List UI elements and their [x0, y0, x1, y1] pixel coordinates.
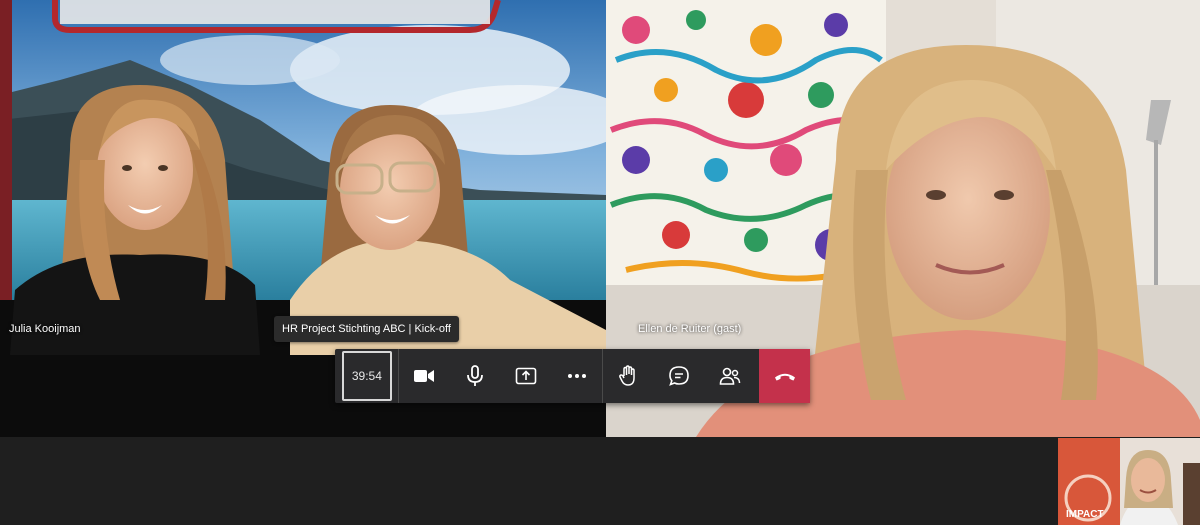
call-timer: 39:54: [342, 351, 392, 401]
participants-icon: [719, 367, 741, 385]
meeting-control-bar: 39:54: [335, 349, 811, 403]
raise-hand-icon: [619, 365, 636, 386]
chat-button[interactable]: [654, 349, 705, 403]
self-view-sign-text: IMPACT: [1066, 509, 1104, 520]
participants-button[interactable]: [704, 349, 755, 403]
share-screen-button[interactable]: [500, 349, 551, 403]
more-options-button[interactable]: [551, 349, 602, 403]
microphone-icon: [467, 365, 483, 386]
hang-up-button[interactable]: [759, 349, 811, 403]
share-screen-icon: [515, 367, 537, 385]
self-view-video[interactable]: IMPACT: [1058, 438, 1200, 525]
self-view-feed: IMPACT: [1058, 438, 1200, 525]
participant-name-julia: Julia Kooijman: [9, 323, 81, 335]
raise-hand-button[interactable]: [603, 349, 654, 403]
camera-icon: [414, 370, 435, 382]
hang-up-icon: [774, 373, 795, 381]
microphone-button[interactable]: [450, 349, 501, 403]
meeting-stage: Julia Kooijman HR Project Stichting ABC …: [0, 0, 1200, 525]
participant-name-ellen: Ellen de Ruiter (gast): [638, 323, 742, 335]
meeting-title-tooltip: HR Project Stichting ABC | Kick-off: [274, 316, 459, 342]
more-options-icon: [567, 374, 586, 378]
camera-button[interactable]: [399, 349, 450, 403]
chat-icon: [669, 366, 689, 386]
